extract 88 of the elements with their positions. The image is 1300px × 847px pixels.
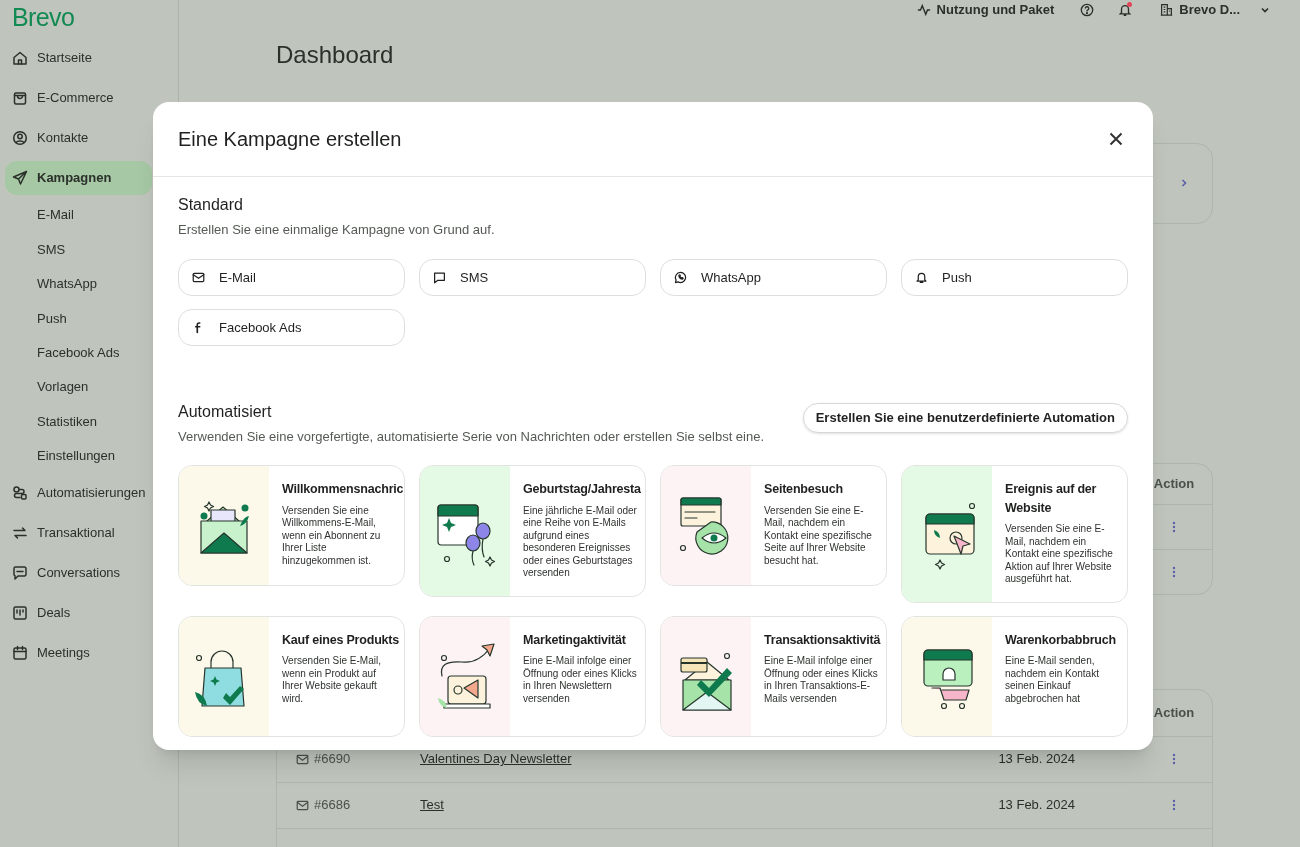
column-header: Action xyxy=(1152,474,1196,493)
nav-subitem[interactable]: E-Mail xyxy=(37,198,74,233)
automation-card[interactable]: Kauf eines Produkts Versenden Sie E-Mail, wenn ein Produkt auf Ihrer Website gekauft wird. xyxy=(178,615,405,737)
card-title: Warenkorbabbruch xyxy=(1005,631,1117,649)
nav-item[interactable]: Kampagnen xyxy=(5,161,152,195)
section-title: Automatisiert xyxy=(178,402,273,422)
automation-card[interactable]: Seitenbesuch Versenden Sie eine E-Mail, nachdem ein Kontakt eine spezifische Seite auf Ihrer Website besucht hat. xyxy=(660,465,887,586)
nav-item[interactable]: Transaktional xyxy=(5,516,175,551)
card-title: Marketingaktivität xyxy=(523,631,627,649)
nav-subitem[interactable]: SMS xyxy=(37,232,66,267)
send-icon xyxy=(12,170,28,186)
card-description: Eine E-Mail infolge einer Öffnung oder eines Klicks in Ihren Newslettern versenden xyxy=(523,655,638,705)
automation-card[interactable]: Marketingaktivität Eine E-Mail infolge einer Öffnung oder eines Klicks in Ihren Newslettern versenden xyxy=(419,615,646,737)
nav-subitem[interactable]: Einstellungen xyxy=(37,438,116,474)
nav-item[interactable]: Deals xyxy=(5,596,175,631)
board-icon xyxy=(12,605,28,622)
more-icon[interactable] xyxy=(1172,521,1176,534)
more-icon[interactable] xyxy=(1172,799,1176,811)
card-description: Versenden Sie eine E-Mail, nachdem ein Kontakt eine spezifische Seite auf Ihrer Website besucht hat. xyxy=(764,504,873,567)
column-header: Action xyxy=(1152,703,1196,722)
mail-icon xyxy=(192,271,205,284)
campaign-link[interactable]: Valentines Day Newsletter xyxy=(420,749,572,769)
nav-item[interactable]: Meetings xyxy=(5,636,175,671)
creation-date: 13 Feb. 2024 xyxy=(998,796,1075,815)
home-icon xyxy=(12,50,28,66)
nav-subitem[interactable]: Facebook Ads xyxy=(37,335,120,370)
card-description: Versenden Sie E-Mail, wenn ein Produkt auf Ihrer Website gekauft wird. xyxy=(282,655,382,705)
card-title: Transaktionsaktivitä xyxy=(764,631,882,649)
nav-item[interactable]: E-Commerce xyxy=(5,81,175,115)
page-title: Dashboard xyxy=(276,39,395,70)
card-description: Versenden Sie eine Willkommens-E-Mail, wenn ein Abonnent zu Ihrer Liste hinzugekommen ist. xyxy=(282,504,382,567)
close-icon xyxy=(1109,132,1123,146)
phone-bubble-icon xyxy=(674,271,687,284)
card-title: Willkommensnachric xyxy=(282,481,402,498)
automation-card[interactable]: Geburtstag/Jahresta Eine jährliche E-Mail oder eine Reihe von E-Mails aufgrund eines besonderen Ereignisses oder eines Geburtstages versenden xyxy=(419,465,646,597)
nav-item[interactable]: Conversations xyxy=(5,556,175,591)
automation-card[interactable]: Warenkorbabbruch Eine E-Mail senden, nachdem ein Kontakt seinen Einkauf abgebrochen hat xyxy=(901,615,1128,737)
user-icon xyxy=(12,130,28,146)
automation-card[interactable]: Transaktionsaktivitä Eine E-Mail infolge einer Öffnung oder eines Klicks in Ihren Transaktions-E-Mails versenden xyxy=(660,615,887,737)
nav-subitem[interactable]: WhatsApp xyxy=(37,266,97,302)
account-menu[interactable]: Brevo D... xyxy=(1160,0,1270,20)
mail-icon xyxy=(296,798,309,812)
calendar-icon xyxy=(12,645,28,662)
chat-bubble-icon xyxy=(433,271,446,284)
channel-button[interactable]: WhatsApp xyxy=(660,259,887,296)
swap-arrows-icon xyxy=(12,525,28,542)
section-title: Standard xyxy=(178,195,244,215)
channel-button[interactable]: E-Mail xyxy=(178,259,405,296)
activity-icon xyxy=(916,2,931,17)
usage-button[interactable]: Nutzung und Paket xyxy=(916,0,1055,20)
workflow-icon xyxy=(12,485,28,502)
bell-icon xyxy=(915,271,928,284)
section-subtitle: Erstellen Sie eine einmalige Kampagne von Grund auf. xyxy=(178,221,496,239)
mail-icon xyxy=(296,752,309,766)
notifications-button[interactable] xyxy=(1118,2,1133,17)
building-icon xyxy=(1160,3,1174,17)
help-icon[interactable] xyxy=(1080,2,1095,17)
automation-card[interactable]: Willkommensnachric Versenden Sie eine Willkommens-E-Mail, wenn ein Abonnent zu Ihrer Liste hinzugekommen ist. xyxy=(178,465,405,586)
automation-card[interactable]: Ereignis auf der Website Versenden Sie eine E-Mail, nachdem ein Kontakt eine spezifische Aktion auf Ihrer Website ausgeführt hat. xyxy=(901,465,1128,603)
bell-icon xyxy=(1118,2,1133,17)
nav-subitem[interactable]: Push xyxy=(37,301,67,336)
campaign-link[interactable]: Test xyxy=(420,795,444,815)
channel-button[interactable]: Push xyxy=(901,259,1128,296)
nav-subitem[interactable]: Statistiken xyxy=(37,404,97,439)
card-title: Geburtstag/Jahresta xyxy=(523,481,642,498)
card-title: Kauf eines Produkts xyxy=(282,631,401,649)
card-description: Versenden Sie eine E-Mail, nachdem ein Kontakt eine spezifische Aktion auf Ihrer Website ausgeführt hat. xyxy=(1005,523,1114,586)
nav-item[interactable]: Automatisierungen xyxy=(5,476,175,511)
card-description: Eine jährliche E-Mail oder eine Reihe von E-Mails aufgrund eines besonderen Ereignisses oder eines Geburtstages versenden xyxy=(523,504,638,580)
section-subtitle: Verwenden Sie eine vorgefertigte, automatisierte Serie von Nachrichten oder erstellen Sie selbst eine. xyxy=(178,428,765,446)
channel-button[interactable]: SMS xyxy=(419,259,646,296)
card-description: Eine E-Mail infolge einer Öffnung oder eines Klicks in Ihren Transaktions-E-Mails versenden xyxy=(764,655,879,705)
chevron-right-icon[interactable] xyxy=(1180,178,1188,188)
shopping-bag-icon xyxy=(12,90,28,106)
nav-item[interactable]: Kontakte xyxy=(5,121,175,155)
campaign-id: #6686 xyxy=(314,796,352,815)
card-title: Seitenbesuch xyxy=(764,481,844,498)
nav-subitem[interactable]: Vorlagen xyxy=(37,369,89,405)
channel-button[interactable]: Facebook Ads xyxy=(178,309,405,346)
nav-item[interactable]: Startseite xyxy=(5,41,175,75)
card-description: Eine E-Mail senden, nachdem ein Kontakt seinen Einkauf abgebrochen hat xyxy=(1005,655,1100,705)
campaign-id: #6690 xyxy=(314,750,352,769)
creation-date: 13 Feb. 2024 xyxy=(998,750,1075,769)
card-title: Ereignis auf der Website xyxy=(1005,481,1098,517)
more-icon[interactable] xyxy=(1172,753,1176,765)
chat-icon xyxy=(12,565,28,582)
more-icon[interactable] xyxy=(1172,565,1176,578)
dialog-title: Eine Kampagne erstellen xyxy=(178,127,402,152)
